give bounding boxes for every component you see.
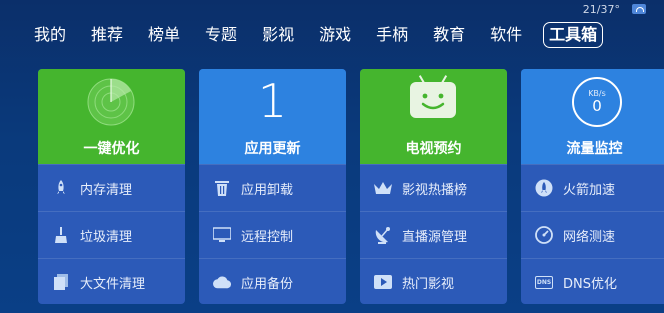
speed-value: 0 bbox=[592, 96, 602, 115]
tab-recommend[interactable]: 推荐 bbox=[87, 22, 127, 48]
trash-icon bbox=[213, 179, 231, 197]
list-item-label: DNS优化 bbox=[563, 276, 617, 292]
app-backup-item[interactable]: 应用备份 bbox=[199, 258, 346, 304]
document-icon bbox=[52, 273, 70, 291]
tab-education[interactable]: 教育 bbox=[429, 22, 469, 48]
rocket-boost-item[interactable]: 火箭加速 bbox=[521, 164, 664, 211]
broom-icon bbox=[52, 226, 70, 244]
tv-booking-button[interactable]: 电视预约 bbox=[360, 69, 507, 164]
tile-optimize: 一键优化 内存清理 垃圾清理 大文件清理 bbox=[38, 69, 185, 304]
tab-rankings[interactable]: 榜单 bbox=[144, 22, 184, 48]
tile-title: 应用更新 bbox=[244, 141, 301, 157]
tab-mine[interactable]: 我的 bbox=[30, 22, 70, 48]
wifi-icon bbox=[632, 4, 646, 14]
live-source-manage-item[interactable]: 直播源管理 bbox=[360, 211, 507, 258]
remote-control-item[interactable]: 远程控制 bbox=[199, 211, 346, 258]
list-item-label: 内存清理 bbox=[80, 182, 133, 198]
tile-tv-booking: 电视预约 影视热播榜 直播源管理 热门影视 bbox=[360, 69, 507, 304]
update-count: 1 bbox=[257, 74, 288, 128]
traffic-monitor-button[interactable]: KB/s 0 流量监控 bbox=[521, 69, 664, 164]
status-bar: 21/37° bbox=[583, 2, 646, 16]
list-item-label: 火箭加速 bbox=[563, 182, 616, 198]
tab-gamepad[interactable]: 手柄 bbox=[372, 22, 412, 48]
monitor-icon bbox=[213, 226, 231, 244]
list-item-label: 远程控制 bbox=[241, 229, 294, 245]
tile-title: 一键优化 bbox=[83, 141, 140, 157]
rocket-icon bbox=[52, 179, 70, 197]
dns-optimize-item[interactable]: DNS DNS优化 bbox=[521, 258, 664, 304]
tab-games[interactable]: 游戏 bbox=[315, 22, 355, 48]
popular-shows-item[interactable]: 热门影视 bbox=[360, 258, 507, 304]
weather-text: 21/37° bbox=[582, 2, 620, 16]
list-item-label: 大文件清理 bbox=[80, 276, 146, 292]
satellite-dish-icon bbox=[374, 226, 392, 244]
junk-clean-item[interactable]: 垃圾清理 bbox=[38, 211, 185, 258]
app-uninstall-item[interactable]: 应用卸载 bbox=[199, 164, 346, 211]
rocket-badge-icon bbox=[535, 179, 553, 197]
app-update-button[interactable]: 1 应用更新 bbox=[199, 69, 346, 164]
tab-toolbox[interactable]: 工具箱 bbox=[543, 22, 604, 48]
dns-icon: DNS bbox=[534, 273, 554, 291]
hot-shows-ranking-item[interactable]: 影视热播榜 bbox=[360, 164, 507, 211]
list-item-label: 直播源管理 bbox=[402, 229, 468, 245]
list-item-label: 应用卸载 bbox=[241, 182, 294, 198]
tv-face-icon bbox=[410, 82, 456, 118]
speedometer-icon bbox=[535, 226, 553, 244]
list-item-label: 应用备份 bbox=[241, 276, 294, 292]
top-tab-bar: 我的 推荐 榜单 专题 影视 游戏 手柄 教育 软件 工具箱 bbox=[30, 20, 604, 50]
radar-icon bbox=[87, 78, 135, 126]
list-item-label: 垃圾清理 bbox=[80, 229, 133, 245]
speed-gauge: KB/s 0 bbox=[572, 77, 622, 127]
list-item-label: 网络测速 bbox=[563, 229, 616, 245]
large-file-clean-item[interactable]: 大文件清理 bbox=[38, 258, 185, 304]
list-item-label: 影视热播榜 bbox=[402, 182, 468, 198]
tab-video[interactable]: 影视 bbox=[258, 22, 298, 48]
tile-title: 电视预约 bbox=[405, 141, 462, 157]
network-speed-test-item[interactable]: 网络测速 bbox=[521, 211, 664, 258]
memory-clean-item[interactable]: 内存清理 bbox=[38, 164, 185, 211]
dns-icon-label: DNS bbox=[534, 275, 554, 289]
tab-topics[interactable]: 专题 bbox=[201, 22, 241, 48]
crown-icon bbox=[374, 179, 392, 197]
cloud-icon bbox=[213, 273, 231, 291]
tile-title: 流量监控 bbox=[566, 141, 623, 157]
play-video-icon bbox=[374, 273, 392, 291]
tab-software[interactable]: 软件 bbox=[486, 22, 526, 48]
tile-app-update: 1 应用更新 应用卸载 远程控制 应用备份 bbox=[199, 69, 346, 304]
one-click-optimize-button[interactable]: 一键优化 bbox=[38, 69, 185, 164]
tile-traffic-monitor: KB/s 0 流量监控 火箭加速 网络测速 DNS DNS优化 bbox=[521, 69, 664, 304]
list-item-label: 热门影视 bbox=[402, 276, 455, 292]
